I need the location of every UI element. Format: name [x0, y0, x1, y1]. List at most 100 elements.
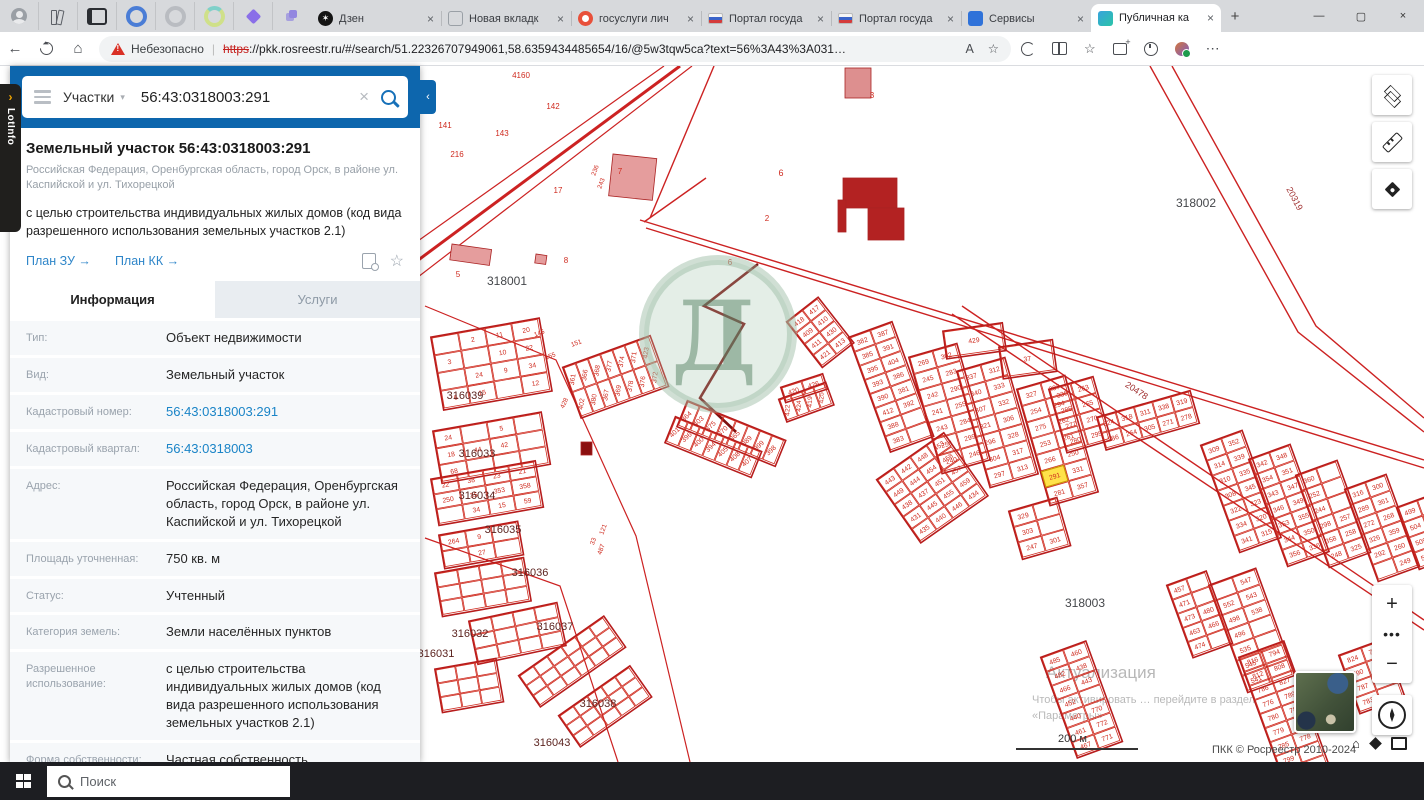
info-value[interactable]: 56:43:0318003:291: [166, 403, 404, 421]
measure-button[interactable]: [1372, 122, 1412, 162]
parcel-cell[interactable]: [505, 586, 530, 604]
tab-close-icon[interactable]: ×: [813, 12, 824, 26]
parcel-cell[interactable]: [481, 576, 506, 594]
search-box[interactable]: Участки ▾ 56:43:0318003:291 ×: [22, 76, 408, 118]
parcel-cell[interactable]: [435, 666, 458, 684]
parcel-cell[interactable]: [494, 376, 524, 400]
browser-essentials-icon[interactable]: [1021, 41, 1035, 56]
parcel-cell[interactable]: [455, 662, 478, 680]
parcel-cell[interactable]: [1316, 461, 1342, 484]
pinned-books-tab[interactable]: [38, 2, 77, 30]
map-area[interactable]: Актуализация Чтобы активировать … перейди…: [0, 66, 1424, 800]
parcel-cell[interactable]: [1191, 586, 1216, 607]
parcel-cell[interactable]: [1036, 513, 1065, 536]
lotinfo-extension-tab[interactable]: › LotInfo: [0, 84, 21, 232]
parcel-cell[interactable]: [1248, 614, 1277, 638]
locate-button[interactable]: [1372, 169, 1412, 209]
map-label: 3: [870, 91, 875, 100]
parcel-cell[interactable]: [460, 690, 482, 708]
parcel-cell[interactable]: [437, 368, 468, 391]
browser-tab-5[interactable]: Портал госуда ×: [831, 5, 961, 32]
taskbar-search[interactable]: Поиск: [47, 765, 290, 797]
search-icon[interactable]: [381, 89, 396, 105]
parcel-cell[interactable]: [461, 346, 491, 369]
layers-button[interactable]: [1372, 75, 1412, 115]
profile-sync-icon[interactable]: [1174, 41, 1191, 58]
maximize-button[interactable]: ▢: [1340, 0, 1382, 32]
parcel-cell[interactable]: [483, 589, 508, 608]
search-category-select[interactable]: Участки: [63, 89, 114, 105]
tab-close-icon[interactable]: ×: [1073, 12, 1084, 26]
tab-close-icon[interactable]: ×: [553, 12, 564, 26]
browser-tab-4[interactable]: Портал госуда ×: [701, 5, 831, 32]
security-warning-label[interactable]: Небезопасно: [131, 42, 204, 56]
pinned-ring-pastel-tab[interactable]: [194, 2, 233, 30]
browser-tab-6[interactable]: Сервисы ×: [961, 5, 1091, 32]
parcel-cell[interactable]: [1321, 476, 1347, 499]
menu-icon[interactable]: [34, 90, 51, 104]
zoom-in-button[interactable]: +: [1372, 585, 1412, 623]
start-button[interactable]: [0, 762, 47, 800]
favorite-star-icon[interactable]: ☆: [988, 41, 999, 56]
search-input[interactable]: 56:43:0318003:291: [141, 89, 359, 106]
refresh-icon[interactable]: [37, 39, 56, 58]
split-screen-icon[interactable]: [1052, 42, 1067, 55]
collections-icon[interactable]: [1112, 37, 1131, 55]
parcel-cell[interactable]: [1186, 572, 1210, 593]
basemap-thumbnail[interactable]: [1294, 671, 1356, 733]
zoom-out-button[interactable]: −: [1372, 645, 1412, 683]
parcel-cell[interactable]: [457, 676, 480, 694]
home-icon[interactable]: ⌂: [63, 40, 93, 57]
zoom-more-button[interactable]: •••: [1383, 623, 1401, 645]
parcel-cell[interactable]: [900, 407, 927, 429]
browser-tab-2[interactable]: Новая вкладк ×: [441, 5, 571, 32]
parcel-cell[interactable]: [459, 579, 484, 598]
doc-search-icon[interactable]: [361, 253, 379, 272]
parcel-cell[interactable]: [437, 583, 462, 602]
tab-close-icon[interactable]: ×: [1203, 11, 1214, 25]
clear-search-icon[interactable]: ×: [359, 87, 369, 107]
parcel-cell[interactable]: [440, 693, 463, 711]
settings-menu-icon[interactable]: ⋯: [1206, 40, 1221, 57]
url-text[interactable]: ://pkk.rosreestr.ru/#/search/51.22326707…: [249, 42, 849, 56]
profile-avatar-tab[interactable]: [0, 2, 38, 30]
address-bar[interactable]: Небезопасно | https ://pkk.rosreestr.ru/…: [99, 35, 1011, 62]
parcel-cell[interactable]: [462, 593, 486, 612]
pinned-spark-tab[interactable]: [233, 2, 272, 30]
fullscreen-corner-icon[interactable]: [1390, 737, 1407, 750]
tab-close-icon[interactable]: ×: [943, 12, 954, 26]
favorites-icon[interactable]: ☆: [1084, 41, 1096, 57]
home-corner-icon[interactable]: ⌂: [1352, 736, 1360, 751]
browser-tab-7[interactable]: Публичная ка ×: [1091, 4, 1221, 32]
tab-close-icon[interactable]: ×: [683, 12, 694, 26]
pinned-copy-tab[interactable]: [272, 2, 311, 30]
pinned-ring-blue-tab[interactable]: [116, 2, 155, 30]
pinned-ring-gray-tab[interactable]: [155, 2, 194, 30]
new-tab-button[interactable]: +: [1221, 2, 1249, 30]
parcel-cell[interactable]: [1302, 754, 1329, 762]
panel-tab-1[interactable]: Информация: [10, 281, 215, 319]
tab-close-icon[interactable]: ×: [423, 12, 434, 26]
parcel-cell[interactable]: [1209, 577, 1238, 601]
compass-button[interactable]: [1372, 695, 1412, 735]
history-icon[interactable]: [1143, 41, 1158, 56]
browser-tab-3[interactable]: госуслуги лич ×: [571, 5, 701, 32]
favorite-parcel-icon[interactable]: ☆: [390, 251, 404, 271]
pinned-window-tab[interactable]: [77, 2, 116, 30]
plan-link-1[interactable]: План ЗУ →: [26, 254, 91, 268]
plan-link-2[interactable]: План КК →: [115, 254, 179, 268]
parcel-number: 330: [1056, 390, 1069, 400]
back-icon[interactable]: ←: [0, 40, 30, 57]
panel-collapse-button[interactable]: ‹: [420, 80, 436, 114]
panel-tab-2[interactable]: Услуги: [215, 281, 420, 319]
read-aloud-icon[interactable]: A: [965, 42, 973, 56]
parcel-cell[interactable]: [479, 686, 502, 704]
browser-tab-1[interactable]: ✶ Дзен ×: [311, 5, 441, 32]
parcel-cell[interactable]: [477, 673, 500, 691]
minimize-button[interactable]: —: [1298, 0, 1340, 32]
info-value[interactable]: 56:43:0318003: [166, 440, 404, 458]
close-button[interactable]: ×: [1382, 0, 1424, 32]
parcel-cell[interactable]: [437, 680, 460, 698]
center-corner-icon[interactable]: [1368, 737, 1382, 750]
parcel-cell[interactable]: [440, 597, 465, 615]
